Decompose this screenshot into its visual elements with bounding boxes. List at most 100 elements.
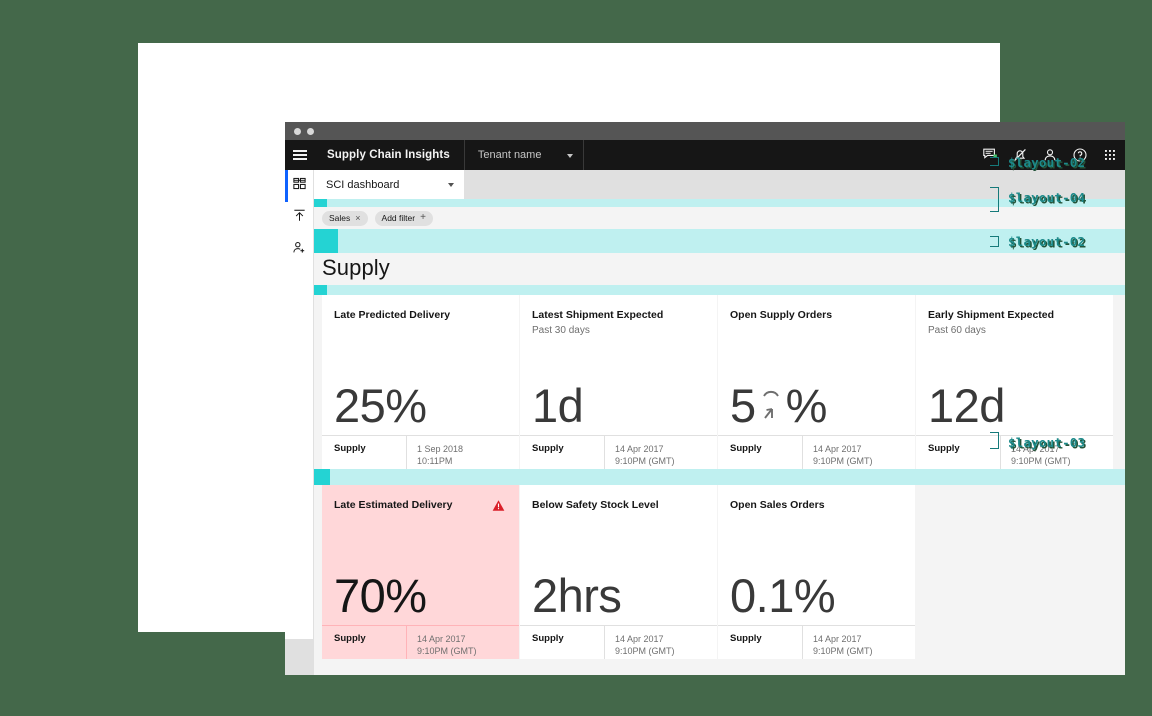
add-filter-button[interactable]: Add filter + xyxy=(375,211,433,226)
tile-header: Open Supply Orders xyxy=(718,295,915,323)
add-filter-label: Add filter xyxy=(382,213,416,223)
window-dot-minimize[interactable] xyxy=(307,128,314,135)
tile-timestamp: 1 Sep 2018 10:11PM xyxy=(407,436,463,467)
tile-title: Late Estimated Delivery xyxy=(334,499,452,513)
hamburger-menu-icon[interactable] xyxy=(285,140,315,170)
spacing-tick xyxy=(314,285,327,295)
tile-time: 9:10PM (GMT) xyxy=(1011,455,1071,467)
tile-date: 14 Apr 2017 xyxy=(813,633,873,645)
tile-timestamp: 14 Apr 2017 9:10PM (GMT) xyxy=(605,436,675,467)
tile-footer: Supply 14 Apr 2017 9:10PM (GMT) xyxy=(520,625,717,659)
user-avatar-icon[interactable] xyxy=(1035,140,1065,170)
kpi-tile[interactable]: Below Safety Stock Level 2hrs Supply 14 … xyxy=(520,485,717,659)
kpi-tile[interactable]: Open Supply Orders 5 % xyxy=(718,295,915,469)
kpi-tile-empty-slot xyxy=(916,485,1113,659)
tile-value: 2hrs xyxy=(532,572,621,619)
upload-icon xyxy=(292,208,307,228)
window-titlebar xyxy=(285,122,1125,140)
spacing-band-layout-02-a xyxy=(314,199,1125,207)
kpi-tile[interactable]: Latest Shipment Expected Past 30 days 1d… xyxy=(520,295,717,469)
tile-timestamp: 14 Apr 2017 9:10PM (GMT) xyxy=(803,626,873,657)
tile-value-area: 12d xyxy=(916,337,1113,434)
tile-footer: Supply 14 Apr 2017 9:10PM (GMT) xyxy=(718,625,915,659)
spacing-tick xyxy=(314,469,330,485)
window-dot-close[interactable] xyxy=(294,128,301,135)
tile-source: Supply xyxy=(718,436,802,454)
messages-icon[interactable] xyxy=(975,140,1005,170)
spacing-tick xyxy=(314,199,327,207)
tile-footer: Supply 1 Sep 2018 10:11PM xyxy=(322,435,519,469)
tile-grid-row-2: Late Estimated Delivery 70% xyxy=(314,485,1125,659)
help-icon[interactable] xyxy=(1065,140,1095,170)
kpi-tile[interactable]: Early Shipment Expected Past 60 days 12d… xyxy=(916,295,1113,469)
kpi-tile[interactable]: Open Sales Orders 0.1% Supply 14 Apr 201… xyxy=(718,485,915,659)
tile-time: 9:10PM (GMT) xyxy=(615,645,675,657)
tile-header: Open Sales Orders xyxy=(718,485,915,513)
product-brand: Supply Chain Insights xyxy=(315,149,464,161)
kpi-tile-alert[interactable]: Late Estimated Delivery 70% xyxy=(322,485,519,659)
tile-time: 9:10PM (GMT) xyxy=(813,455,873,467)
loading-digit-icon xyxy=(756,382,786,429)
tile-title: Below Safety Stock Level xyxy=(532,499,659,513)
tile-value-area: 0.1% xyxy=(718,512,915,624)
notifications-off-icon[interactable] xyxy=(1005,140,1035,170)
tile-date: 14 Apr 2017 xyxy=(615,633,675,645)
header-actions xyxy=(975,140,1125,170)
tile-value-area: 2hrs xyxy=(520,512,717,624)
tile-date: 14 Apr 2017 xyxy=(417,633,477,645)
tile-value-area: 70% xyxy=(322,517,519,625)
filter-chip-sales[interactable]: Sales × xyxy=(322,211,368,226)
screenshot-paper: Supply Chain Insights Tenant name xyxy=(138,43,1000,632)
plus-icon: + xyxy=(420,213,426,223)
app-switcher-icon[interactable] xyxy=(1095,140,1125,170)
rail-footer-filler xyxy=(285,639,314,675)
kpi-tile[interactable]: Late Predicted Delivery 25% Supply 1 Sep… xyxy=(322,295,519,469)
tile-subtitle: Past 60 days xyxy=(916,322,1113,337)
tile-time: 9:10PM (GMT) xyxy=(615,455,675,467)
tile-subtitle: Past 30 days xyxy=(520,322,717,337)
tile-source: Supply xyxy=(718,626,802,644)
app-window: Supply Chain Insights Tenant name xyxy=(285,122,1125,675)
dashboard-icon xyxy=(292,176,307,196)
tile-date: 1 Sep 2018 xyxy=(417,443,463,455)
tile-value-area: 1d xyxy=(520,337,717,434)
tile-timestamp: 14 Apr 2017 9:10PM (GMT) xyxy=(407,626,477,657)
tile-timestamp: 14 Apr 2017 9:10PM (GMT) xyxy=(605,626,675,657)
filter-row: Sales × Add filter + xyxy=(314,207,1125,229)
tile-header: Latest Shipment Expected xyxy=(520,295,717,323)
tile-timestamp: 14 Apr 2017 9:10PM (GMT) xyxy=(1001,436,1071,467)
tile-header: Early Shipment Expected xyxy=(916,295,1113,323)
tile-title: Late Predicted Delivery xyxy=(334,309,450,323)
tile-grid-row-1: Late Predicted Delivery 25% Supply 1 Sep… xyxy=(314,295,1125,469)
tile-value-prefix: 5 xyxy=(730,382,756,429)
dashboard-select-value: SCI dashboard xyxy=(326,179,399,191)
app-body: SCI dashboard Sales × Add fil xyxy=(285,170,1125,675)
tile-source: Supply xyxy=(322,626,406,644)
sidebar-item-upload[interactable] xyxy=(285,202,314,234)
page-title-wrap: Supply xyxy=(314,253,1125,285)
tile-value-suffix: % xyxy=(786,382,827,429)
tile-date: 14 Apr 2017 xyxy=(615,443,675,455)
product-header: Supply Chain Insights Tenant name xyxy=(285,140,1125,170)
tile-header: Below Safety Stock Level xyxy=(520,485,717,513)
dashboard-bar-filler xyxy=(464,170,1125,199)
page-title: Supply xyxy=(322,254,1125,282)
tenant-selector[interactable]: Tenant name xyxy=(465,140,584,170)
sidebar-item-dashboard[interactable] xyxy=(285,170,314,202)
tile-title: Early Shipment Expected xyxy=(928,309,1054,323)
tile-source: Supply xyxy=(520,626,604,644)
tenant-label: Tenant name xyxy=(478,149,542,161)
chevron-down-icon xyxy=(567,154,573,158)
tile-title: Open Sales Orders xyxy=(730,499,825,513)
spacing-band-layout-03 xyxy=(314,469,1125,485)
tile-value-area: 25% xyxy=(322,322,519,434)
tile-value: 70% xyxy=(334,572,427,619)
spacing-band-layout-02-b xyxy=(314,285,1125,295)
spacing-band-layout-04 xyxy=(314,229,1125,253)
sidebar-item-add-user[interactable] xyxy=(285,234,314,266)
dashboard-select[interactable]: SCI dashboard xyxy=(314,170,464,199)
close-icon[interactable]: × xyxy=(355,214,360,223)
tile-time: 10:11PM xyxy=(417,455,463,467)
dashboard-bar: SCI dashboard xyxy=(314,170,1125,199)
tile-value: 12d xyxy=(928,382,1005,429)
